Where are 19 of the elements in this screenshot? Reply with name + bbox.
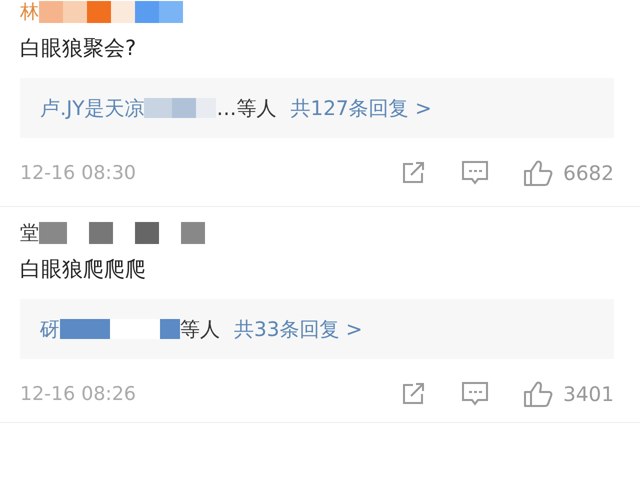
reply-suffix: 等人 [180, 316, 220, 342]
reply-names: 卢.JY是天凉 [40, 94, 144, 122]
reply-suffix: …等人 [216, 94, 276, 122]
reply-count-link[interactable]: 共33条回复 > [234, 316, 363, 342]
comment-time: 12-16 08:26 [20, 383, 136, 405]
thumbs-up-icon[interactable] [523, 380, 554, 408]
comment-time: 12-16 08:30 [20, 162, 136, 184]
like-count: 6682 [563, 161, 614, 185]
thumbs-up-icon[interactable] [523, 159, 554, 187]
comment-text: 白眼狼聚会? [20, 35, 138, 62]
reply-count-link[interactable]: 共127条回复 > [290, 94, 432, 122]
author-name[interactable]: 堂 [20, 220, 39, 246]
replies-panel[interactable]: 卢.JY是天凉 …等人 共127条回复 > [20, 78, 614, 138]
comment-icon[interactable] [461, 381, 490, 407]
reply-names: 砑 [40, 316, 60, 342]
comment-icon[interactable] [461, 160, 490, 186]
like-count: 3401 [563, 382, 614, 406]
replies-panel[interactable]: 砑 等人 共33条回复 > [20, 299, 614, 359]
comment-text: 白眼狼爬爬爬 [20, 256, 147, 283]
